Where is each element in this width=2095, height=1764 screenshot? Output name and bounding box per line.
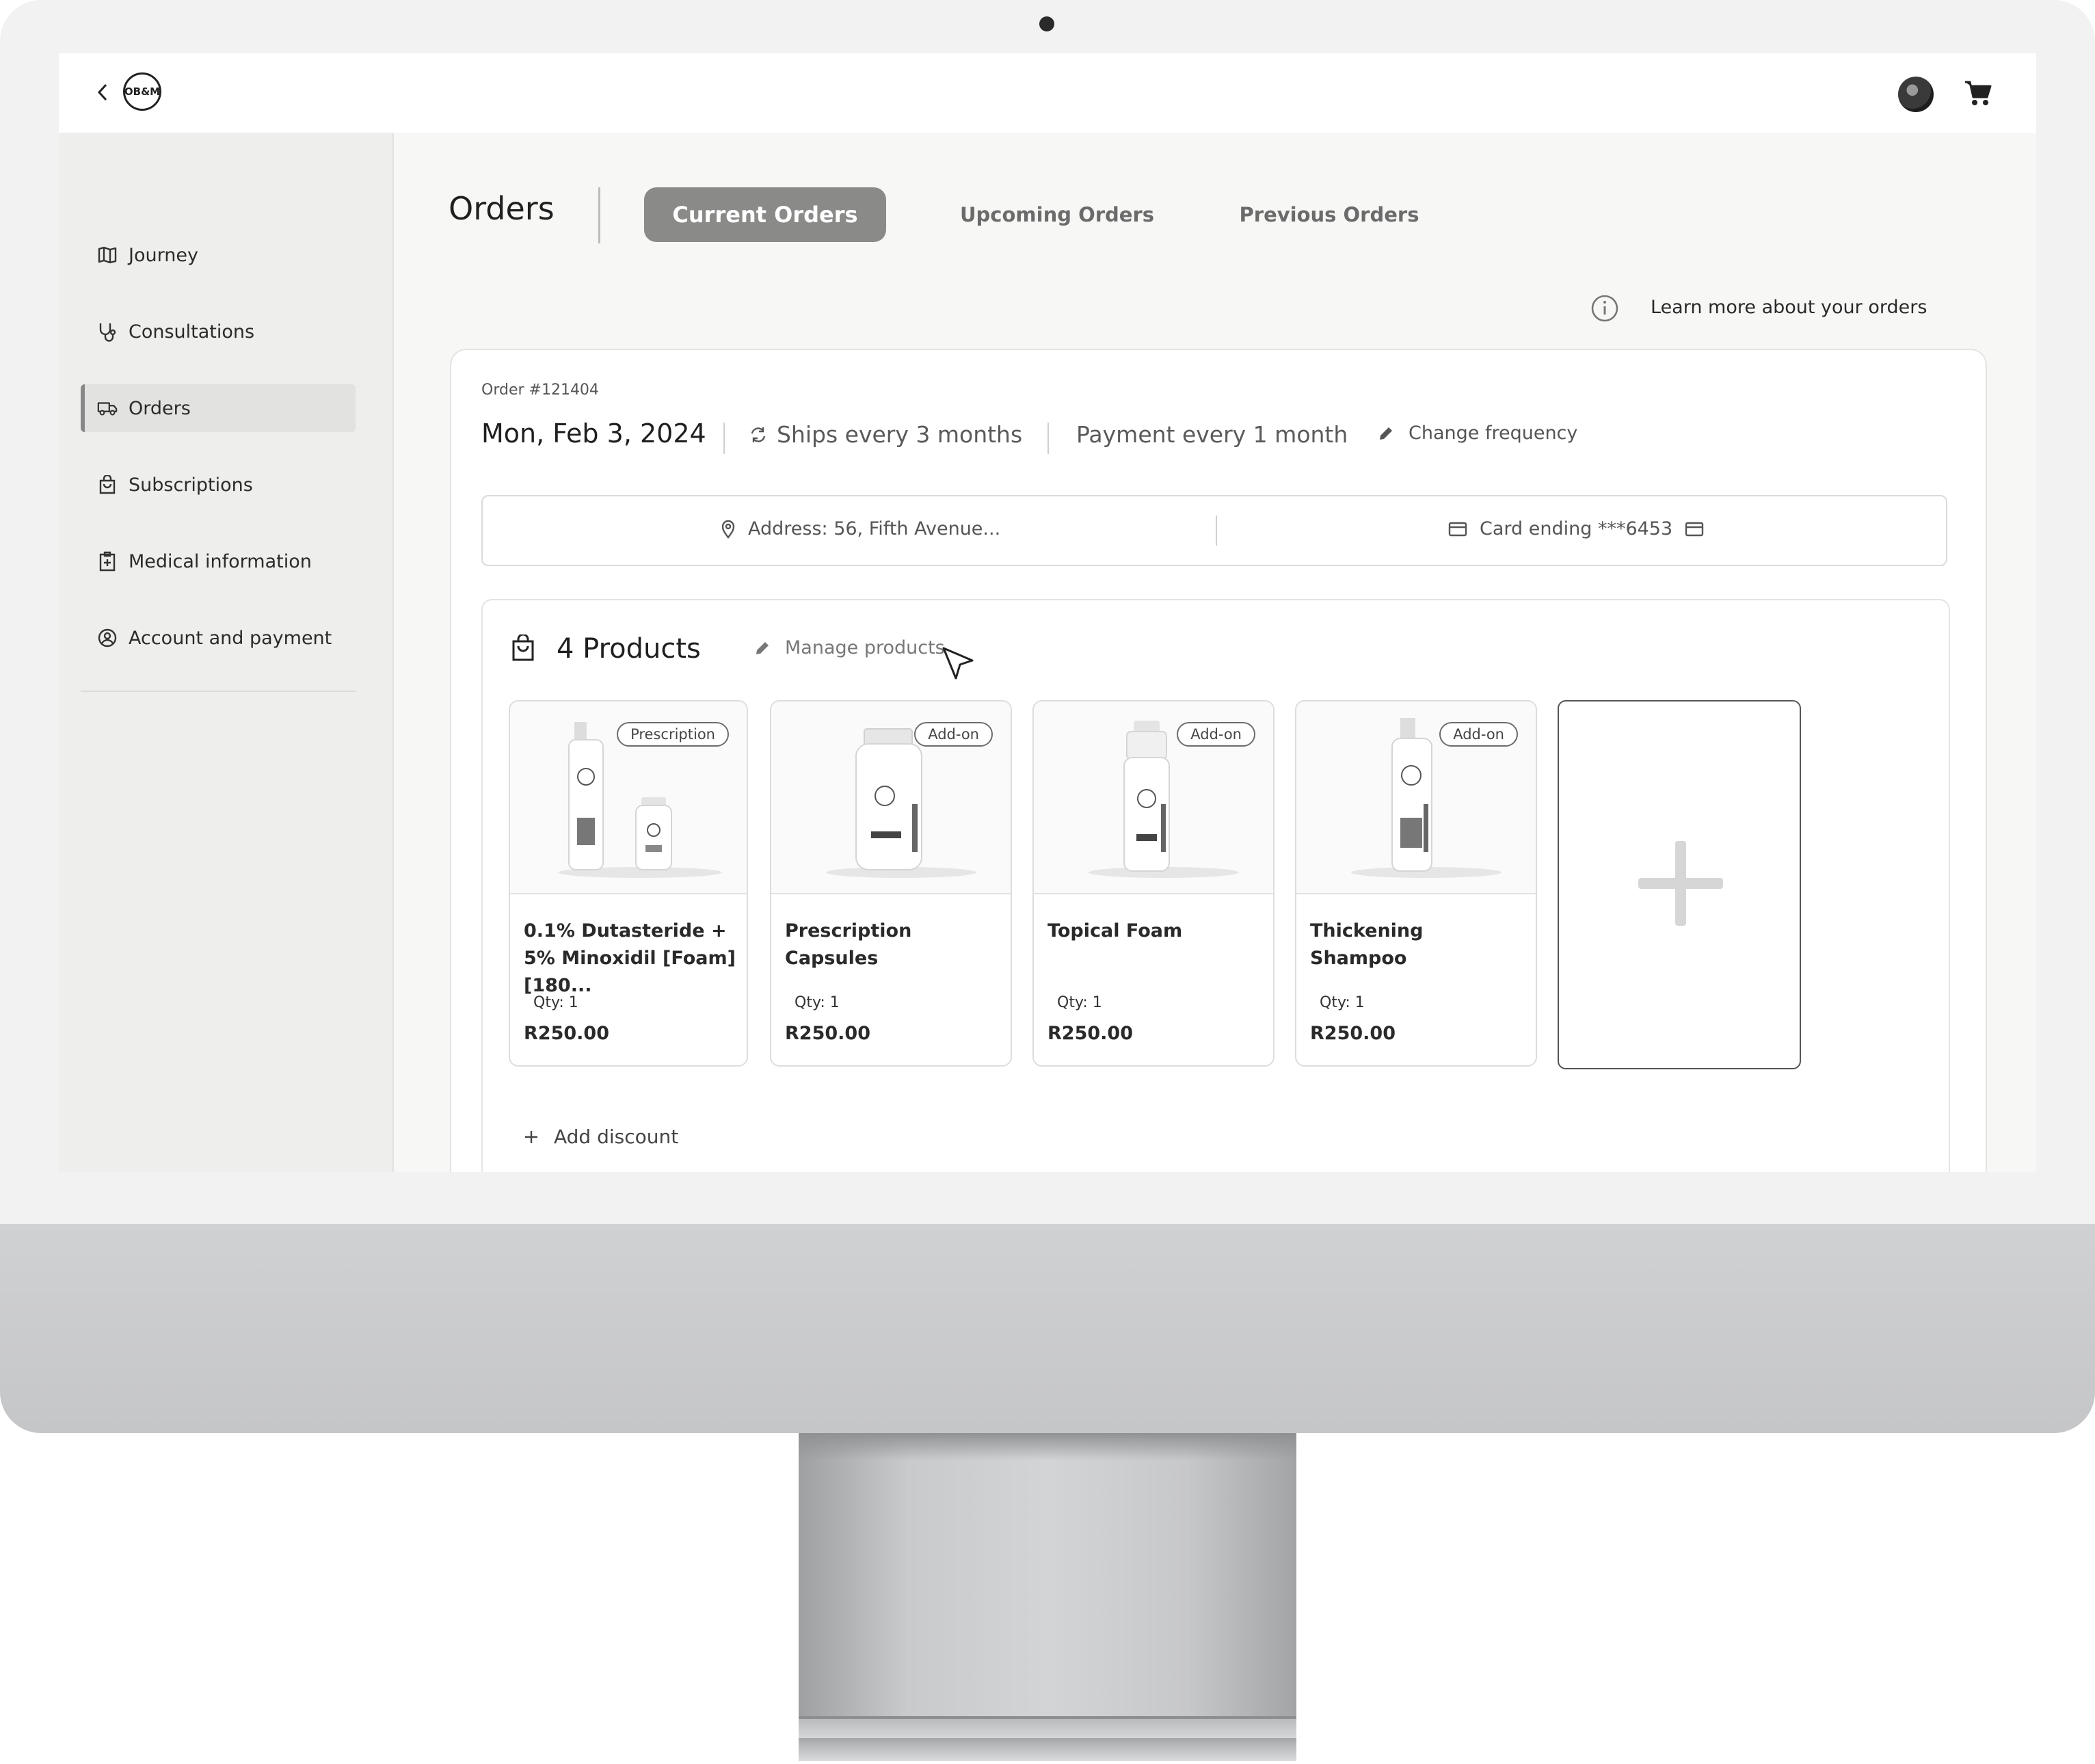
pencil-icon: [1380, 427, 1392, 440]
change-frequency-button[interactable]: Change frequency: [1377, 423, 1577, 444]
product-price: R250.00: [1048, 1023, 1133, 1044]
top-bar: OB&M: [59, 53, 2036, 133]
product-badge: Add-on: [1439, 722, 1518, 747]
product-image-shampoo-bottle: Add-on: [1296, 701, 1536, 894]
order-number: Order #121404: [481, 382, 599, 399]
truck-icon: [97, 398, 118, 418]
ships-frequency: Ships every 3 months: [749, 421, 1022, 448]
monitor-stand-shadow: [799, 1433, 1296, 1460]
plus-icon: [525, 1130, 537, 1143]
webcam: [1039, 16, 1054, 31]
add-discount-button[interactable]: Add discount: [524, 1125, 678, 1148]
payment-card-field[interactable]: Card ending ***6453: [1448, 518, 1704, 539]
brand-logo[interactable]: OB&M: [123, 72, 161, 111]
order-date: Mon, Feb 3, 2024: [481, 418, 706, 449]
product-qty: Qty: 1: [1320, 994, 1365, 1011]
credit-card-icon: [1448, 522, 1467, 536]
info-icon: [1591, 295, 1618, 322]
products-count: 4 Products: [557, 633, 701, 665]
product-name: Topical Foam: [1048, 920, 1183, 941]
divider: [723, 423, 725, 454]
product-name: Prescription Capsules: [785, 920, 912, 969]
product-price: R250.00: [524, 1023, 609, 1044]
monitor-stand: [799, 1433, 1296, 1738]
address-field[interactable]: Address: 56, Fifth Avenue...: [721, 518, 1000, 539]
cart-icon[interactable]: [1964, 79, 1992, 107]
sidebar-item-medical-information[interactable]: Medical information: [81, 537, 356, 585]
learn-more-link[interactable]: Learn more about your orders: [1651, 297, 1927, 318]
product-qty: Qty: 1: [533, 994, 578, 1011]
monitor-stand-foot: [799, 1716, 1296, 1741]
plus-icon: [1638, 841, 1723, 926]
product-qty: Qty: 1: [795, 994, 840, 1011]
tab-previous-orders[interactable]: Previous Orders: [1227, 187, 1432, 242]
sidebar-item-journey[interactable]: Journey: [81, 231, 356, 279]
sidebar-item-consultations[interactable]: Consultations: [81, 308, 356, 356]
sidebar-item-subscriptions[interactable]: Subscriptions: [81, 461, 356, 509]
pencil-icon: [756, 641, 769, 654]
product-name: 0.1% Dutasteride + 5% Minoxidil [Foam][1…: [524, 920, 736, 996]
medical-clipboard-icon: [97, 551, 118, 572]
avatar[interactable]: [1898, 77, 1934, 112]
location-pin-icon: [721, 520, 735, 539]
product-qty: Qty: 1: [1057, 994, 1102, 1011]
monitor-chin: [0, 1224, 2095, 1433]
product-card[interactable]: Add-on Topical Foam Qty: 1 R250.00: [1032, 700, 1275, 1067]
tab-upcoming-orders[interactable]: Upcoming Orders: [955, 187, 1160, 242]
product-card[interactable]: Add-on Thickening Shampoo Qty: 1 R250.00: [1295, 700, 1537, 1067]
product-image-bottle-and-capsule-jar: Prescription: [510, 701, 747, 894]
screen: OB&M Journey Consultations Orders Subscr…: [59, 53, 2036, 1172]
page-title: Orders: [449, 190, 555, 227]
product-image-capsule-jar: Add-on: [771, 701, 1011, 894]
chevron-left-icon[interactable]: [93, 82, 114, 103]
bag-icon: [512, 634, 534, 661]
divider: [1216, 516, 1217, 546]
bag-icon: [97, 475, 118, 495]
product-price: R250.00: [785, 1023, 870, 1044]
product-price: R250.00: [1310, 1023, 1396, 1044]
product-image-foam-pump-bottle: Add-on: [1034, 701, 1273, 894]
product-name: Thickening Shampoo: [1310, 920, 1424, 969]
tab-current-orders[interactable]: Current Orders: [644, 187, 886, 242]
user-circle-icon: [97, 628, 118, 648]
mouse-cursor-icon: [942, 647, 974, 680]
shipping-payment-box: [481, 495, 1947, 566]
product-badge: Add-on: [1177, 722, 1255, 747]
divider: [1048, 423, 1049, 454]
title-divider: [598, 187, 600, 243]
sidebar-item-orders[interactable]: Orders: [81, 384, 356, 432]
map-icon: [97, 245, 118, 265]
payment-frequency: Payment every 1 month: [1076, 421, 1348, 448]
product-badge: Prescription: [617, 722, 729, 747]
product-card[interactable]: Add-on Prescription Capsules Qty: 1 R250…: [770, 700, 1012, 1067]
product-badge: Add-on: [914, 722, 993, 747]
repeat-icon: [751, 427, 766, 442]
sidebar-item-account-and-payment[interactable]: Account and payment: [81, 614, 356, 662]
sidebar-divider: [81, 691, 356, 692]
monitor-stand-base: [799, 1738, 1296, 1761]
stethoscope-icon: [97, 321, 118, 342]
manage-products-button[interactable]: Manage products: [753, 637, 945, 658]
product-card[interactable]: Prescription 0.1% Dutasteride + 5% Minox…: [509, 700, 748, 1067]
sidebar: Journey Consultations Orders Subscriptio…: [59, 133, 394, 1172]
credit-card-icon: [1685, 522, 1704, 536]
